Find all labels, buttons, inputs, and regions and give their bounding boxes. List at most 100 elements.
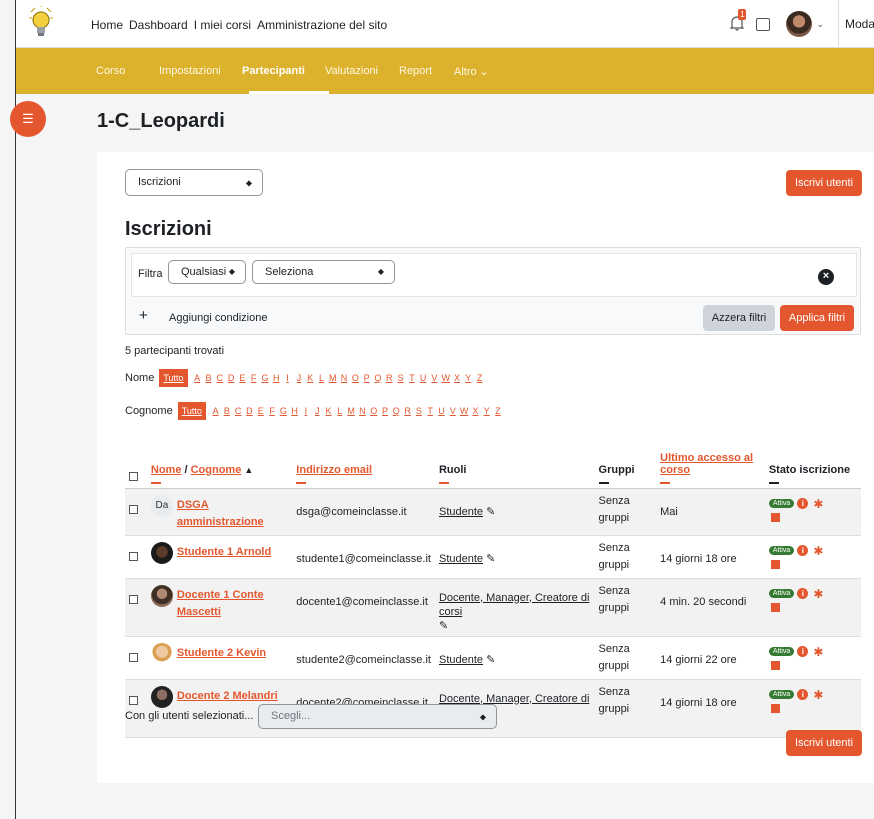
firstname-initial-d[interactable]: D [225, 373, 236, 383]
lastname-initial-a[interactable]: A [210, 406, 221, 416]
course-index-drawer-button[interactable]: ☰ [10, 101, 46, 137]
plus-icon[interactable]: + [139, 307, 148, 324]
lastname-initial-x[interactable]: X [470, 406, 481, 416]
bulk-action-select[interactable]: Scegli... ◆ [258, 704, 497, 729]
filter-match-select[interactable]: Qualsiasi ◆ [168, 260, 246, 284]
firstname-initial-o[interactable]: O [350, 373, 361, 383]
firstname-initial-y[interactable]: Y [463, 373, 474, 383]
lastname-initial-g[interactable]: G [278, 406, 289, 416]
lastname-initial-p[interactable]: P [379, 406, 390, 416]
firstname-initial-k[interactable]: K [305, 373, 316, 383]
firstname-initial-f[interactable]: F [248, 373, 259, 383]
info-icon[interactable]: i [797, 646, 809, 657]
firstname-initial-l[interactable]: L [316, 373, 327, 383]
row-checkbox[interactable] [129, 652, 138, 662]
gear-icon[interactable]: ✱ [813, 587, 823, 601]
hide-column-toggle[interactable] [598, 481, 609, 484]
lastname-initial-s[interactable]: S [413, 406, 424, 416]
firstname-initial-q[interactable]: Q [372, 373, 383, 383]
notifications-button[interactable]: 1 [730, 9, 747, 33]
participant-name-link[interactable]: Docente 1 Conte Mascetti [177, 587, 288, 621]
lastname-initial-y[interactable]: Y [481, 406, 492, 416]
lastname-initial-v[interactable]: V [447, 406, 458, 416]
tab-reports[interactable]: Report [399, 65, 432, 77]
firstname-initial-w[interactable]: W [440, 373, 451, 383]
lastname-initial-d[interactable]: D [244, 406, 255, 416]
lastname-initial-h[interactable]: H [289, 406, 300, 416]
hide-column-toggle[interactable] [660, 481, 671, 484]
trash-icon[interactable] [770, 660, 780, 670]
firstname-initial-p[interactable]: P [361, 373, 372, 383]
nav-site-admin[interactable]: Amministrazione del sito [257, 18, 387, 32]
chat-icon[interactable] [756, 17, 771, 31]
row-checkbox[interactable] [129, 594, 138, 604]
info-icon[interactable]: i [797, 689, 809, 700]
firstname-initial-b[interactable]: B [203, 373, 214, 383]
lastname-initial-all[interactable]: Tutto [177, 402, 206, 420]
lastname-initial-o[interactable]: O [368, 406, 379, 416]
firstname-initial-all[interactable]: Tutto [159, 369, 188, 387]
row-checkbox[interactable] [129, 695, 138, 705]
tab-course[interactable]: Corso [96, 65, 125, 77]
participant-name-link[interactable]: Docente 2 Melandri [177, 688, 278, 705]
lastname-initial-e[interactable]: E [255, 406, 266, 416]
info-icon[interactable]: i [797, 588, 809, 599]
firstname-initial-i[interactable]: I [282, 373, 293, 383]
firstname-initial-v[interactable]: V [429, 373, 440, 383]
lastname-initial-b[interactable]: B [221, 406, 232, 416]
nav-my-courses[interactable]: I miei corsi [194, 18, 251, 32]
lastname-initial-m[interactable]: M [345, 406, 356, 416]
firstname-initial-g[interactable]: G [259, 373, 270, 383]
gear-icon[interactable]: ✱ [813, 688, 823, 702]
enrol-users-button-top[interactable]: Iscrivi utenti [786, 170, 862, 196]
tab-grades[interactable]: Valutazioni [325, 65, 378, 77]
sort-by-last-access-link[interactable]: Ultimo accesso al corso [660, 452, 753, 476]
tab-participants[interactable]: Partecipanti [242, 65, 305, 77]
firstname-initial-s[interactable]: S [395, 373, 406, 383]
bulb-logo-icon[interactable] [28, 6, 54, 40]
firstname-initial-u[interactable]: U [417, 373, 428, 383]
firstname-initial-a[interactable]: A [192, 373, 203, 383]
lastname-initial-t[interactable]: T [425, 406, 436, 416]
participants-page-select[interactable]: Iscrizioni ◆ [125, 169, 263, 196]
enrol-users-button-bottom[interactable]: Iscrivi utenti [786, 730, 862, 756]
lastname-initial-r[interactable]: R [402, 406, 413, 416]
participant-name-link[interactable]: Studente 2 Kevin [177, 645, 266, 662]
trash-icon[interactable] [770, 512, 780, 522]
hide-column-toggle[interactable] [438, 481, 449, 484]
lastname-initial-z[interactable]: Z [492, 406, 503, 416]
gear-icon[interactable]: ✱ [813, 645, 823, 659]
hide-column-toggle[interactable] [296, 481, 307, 484]
lastname-initial-w[interactable]: W [458, 406, 469, 416]
user-avatar[interactable] [786, 11, 813, 37]
lastname-initial-i[interactable]: I [300, 406, 311, 416]
nav-home[interactable]: Home [91, 18, 123, 32]
participant-name-link[interactable]: Studente 1 Arnold [177, 544, 271, 561]
nav-dashboard[interactable]: Dashboard [129, 18, 188, 32]
firstname-initial-j[interactable]: J [293, 373, 304, 383]
sort-by-lastname-link[interactable]: Cognome [191, 464, 242, 476]
firstname-initial-x[interactable]: X [451, 373, 462, 383]
row-checkbox[interactable] [129, 504, 138, 514]
select-all-checkbox[interactable] [129, 471, 138, 481]
lastname-initial-q[interactable]: Q [391, 406, 402, 416]
lastname-initial-f[interactable]: F [266, 406, 277, 416]
trash-icon[interactable] [770, 602, 780, 612]
gear-icon[interactable]: ✱ [813, 497, 823, 511]
info-icon[interactable]: i [797, 545, 809, 556]
sort-by-firstname-link[interactable]: Nome [151, 464, 182, 476]
info-icon[interactable]: i [797, 498, 809, 509]
reset-filters-button[interactable]: Azzera filtri [703, 305, 775, 331]
trash-icon[interactable] [770, 559, 780, 569]
tab-settings[interactable]: Impostazioni [159, 65, 221, 77]
add-condition-link[interactable]: Aggiungi condizione [169, 312, 267, 324]
pencil-icon[interactable]: ✎ [486, 505, 495, 518]
lastname-initial-l[interactable]: L [334, 406, 345, 416]
lastname-initial-u[interactable]: U [436, 406, 447, 416]
apply-filters-button[interactable]: Applica filtri [780, 305, 854, 331]
sort-by-email-link[interactable]: Indirizzo email [296, 464, 372, 476]
firstname-initial-e[interactable]: E [237, 373, 248, 383]
firstname-initial-n[interactable]: N [338, 373, 349, 383]
lastname-initial-n[interactable]: N [357, 406, 368, 416]
firstname-initial-m[interactable]: M [327, 373, 338, 383]
